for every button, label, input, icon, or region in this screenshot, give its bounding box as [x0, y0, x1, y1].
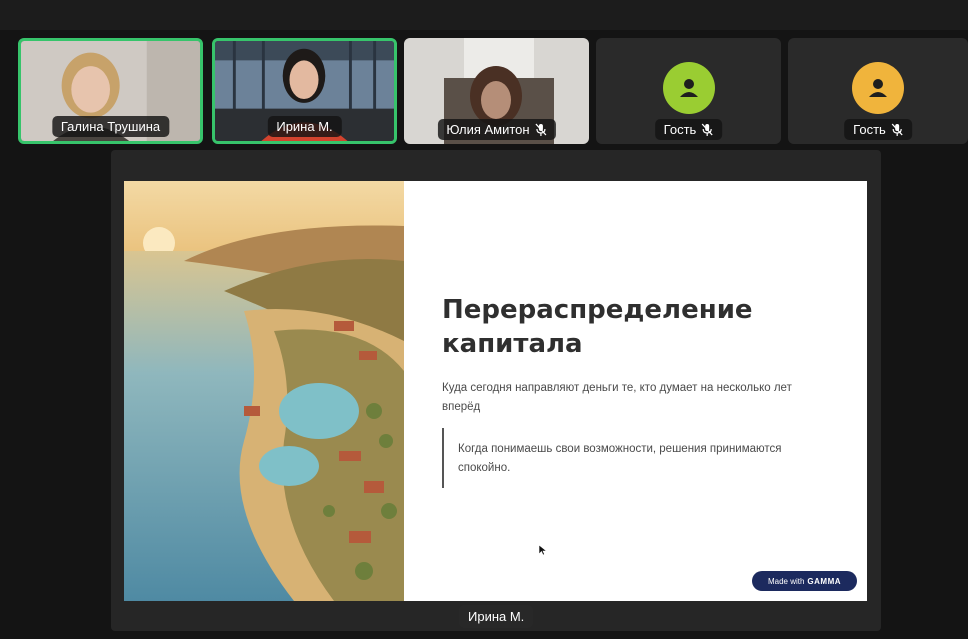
badge-brand: GAMMA — [807, 576, 842, 586]
quote-bar — [442, 428, 444, 488]
presentation-slide: Перераспределение капитала Куда сегодня … — [124, 181, 867, 601]
participant-name: Галина Трушина — [60, 119, 161, 134]
badge-prefix: Made with — [767, 576, 805, 586]
resort-illustration — [124, 181, 404, 601]
mic-off-icon — [535, 123, 547, 137]
presenter-name-tag: Ирина М. — [459, 605, 534, 628]
participant-name-tag: Ирина М. — [267, 116, 342, 137]
participant-tile[interactable]: Ирина М. — [212, 38, 397, 144]
participant-strip: Галина Трушина Ирина М. Юлия Амитон Гост… — [18, 38, 968, 144]
user-icon — [679, 79, 698, 97]
participant-name-tag: Гость — [844, 119, 912, 140]
mouse-cursor-icon — [539, 545, 547, 555]
top-bar — [0, 0, 968, 30]
slide-title: Перераспределение капитала — [442, 295, 753, 359]
participant-name-tag: Галина Трушина — [51, 116, 170, 137]
slide-text-panel: Перераспределение капитала Куда сегодня … — [442, 181, 842, 601]
participant-name-tag: Юлия Амитон — [437, 119, 556, 140]
slide-quote: Когда понимаешь свои возможности, решени… — [458, 443, 782, 474]
participant-name: Ирина М. — [276, 119, 333, 134]
mic-off-icon — [891, 123, 903, 137]
participant-tile[interactable]: Гость — [596, 38, 781, 144]
guest-avatar — [852, 62, 904, 114]
user-icon — [869, 79, 887, 97]
participant-name: Юлия Амитон — [446, 122, 530, 137]
participant-name: Гость — [853, 122, 886, 137]
participant-name-tag: Гость — [654, 119, 723, 140]
made-with-gamma-badge[interactable]: Made with GAMMA — [752, 571, 857, 591]
participant-tile[interactable]: Юлия Амитон — [404, 38, 589, 144]
mic-off-icon — [701, 123, 713, 137]
participant-name: Гость — [663, 122, 697, 137]
participant-tile[interactable]: Галина Трушина — [18, 38, 203, 144]
guest-avatar — [662, 62, 715, 114]
participant-tile[interactable]: Гость — [788, 38, 968, 144]
slide-subtitle: Куда сегодня направляют деньги те, кто д… — [442, 382, 792, 413]
